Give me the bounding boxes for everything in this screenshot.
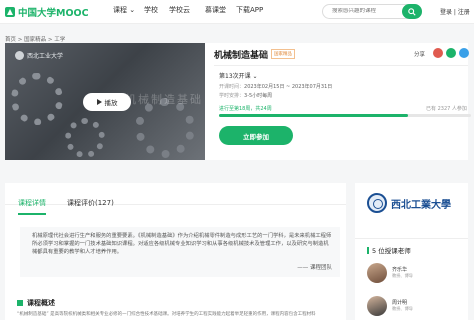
course-info: 机械制造基础 国家精品 分享 第13次开课 ⌄ 开课时间：2023年02月15日… [214,43,471,160]
detail-tabs [5,183,346,205]
nav-courses[interactable]: 课程 ⌄ [113,5,135,15]
logo-text: 中国大学MOOC [18,8,89,19]
avatar [367,263,387,283]
share-label: 分享 [414,52,426,58]
cover-school-label: 西北工业大学 [15,51,63,60]
course-detail-panel: 课程详情 课程评价(127) 机械原理代社会进行生产和服务的重要要素。《机械制造… [5,183,346,320]
nav-mooc-classroom[interactable]: 慕课堂 [205,5,226,15]
active-tab-indicator [18,213,46,215]
nav-download-app[interactable]: 下载APP [236,5,263,15]
teacher-item[interactable]: 周计明 教授、博导 [367,296,467,318]
course-quote-box: 机械原理代社会进行生产和服务的重要要素。《机械制造基础》作为介绍机械零件制造与成… [20,227,340,277]
teachers-heading: 5 位授课老师 [367,245,411,255]
weibo-share-icon[interactable] [433,48,443,58]
overview-heading: 课程概述 [17,298,55,308]
course-progress-bar [219,114,471,117]
course-quote-text: 机械原理代社会进行生产和服务的重要要素。《机械制造基础》作为介绍机械零件制造与成… [32,233,332,255]
tab-course-detail[interactable]: 课程详情 [18,198,46,208]
nav-school-cloud[interactable]: 学校云 [169,5,190,15]
teacher-name: 齐乐华 [392,267,408,273]
gear-decoration [135,98,195,158]
course-quote-signature: —— 课程团队 [297,265,332,271]
breadcrumb[interactable]: 首页 > 国家精品 > 工学 [5,35,65,43]
enrolled-count: 已有 2327 人参加 [426,106,467,112]
qq-share-icon[interactable] [459,48,469,58]
divider [214,65,468,66]
divider [355,238,468,239]
login-register-link[interactable]: 登录 | 注册 [440,7,470,16]
overview-text: “机械制造基础” 是高等院校机械类和相关专业必修的一门综合性技术基础课。对培养学… [17,312,316,317]
course-hours: 学时安排：3-5小时每周 [219,93,273,99]
play-label: 播放 [104,99,118,107]
teacher-title: 教授、博导 [392,306,413,311]
term-selector[interactable]: 第13次开课 ⌄ [219,71,258,80]
gear-decoration [11,73,63,125]
school-emblem-icon [15,51,24,60]
national-quality-badge: 国家精品 [271,49,295,59]
section-marker-icon [17,300,23,306]
search-input[interactable] [332,8,402,14]
course-progress-fill [219,114,408,117]
course-cover-video[interactable]: 西北工业大学 机械制造基础 播放 [5,43,205,160]
course-start-time: 开课时间：2023年02月15日 ~ 2023年07月31日 [219,84,333,90]
play-icon [96,99,102,105]
search-button[interactable] [402,4,422,19]
tab-course-reviews[interactable]: 课程评价(127) [67,198,114,208]
school-logo[interactable]: 西北工業大學 [367,193,451,213]
nav-schools[interactable]: 学校 [144,5,158,15]
school-seal-icon [367,193,387,213]
teacher-item[interactable]: 齐乐华 教授、博导 [367,263,467,285]
avatar [367,296,387,316]
site-logo[interactable]: 中国大学MOOC [5,5,89,19]
cover-watermark: 机械制造基础 [125,93,203,106]
school-sidebar: 西北工業大學 5 位授课老师 齐乐华 教授、博导 周计明 教授、博导 [355,183,468,320]
join-course-button[interactable]: 立即参加 [219,126,293,145]
section-marker-icon [367,246,369,254]
search-bar [322,4,422,19]
play-button[interactable]: 播放 [83,93,131,111]
search-icon [408,7,416,16]
teacher-title: 教授、博导 [392,273,413,278]
course-hero: 西北工业大学 机械制造基础 播放 机械制造基础 国家精品 分享 第13次开课 ⌄… [5,43,471,160]
gear-decoration [65,118,105,158]
wechat-share-icon[interactable] [446,48,456,58]
school-name: 西北工業大學 [391,199,451,211]
top-navbar: 中国大学MOOC 课程 ⌄ 学校 学校云 慕课堂 下载APP 登录 | 注册 [0,0,474,24]
course-progress-text: 进行至第18周，共24周 [219,106,272,112]
mooc-logo-icon [5,7,15,17]
course-title: 机械制造基础 [214,51,269,61]
teacher-name: 周计明 [392,300,408,306]
